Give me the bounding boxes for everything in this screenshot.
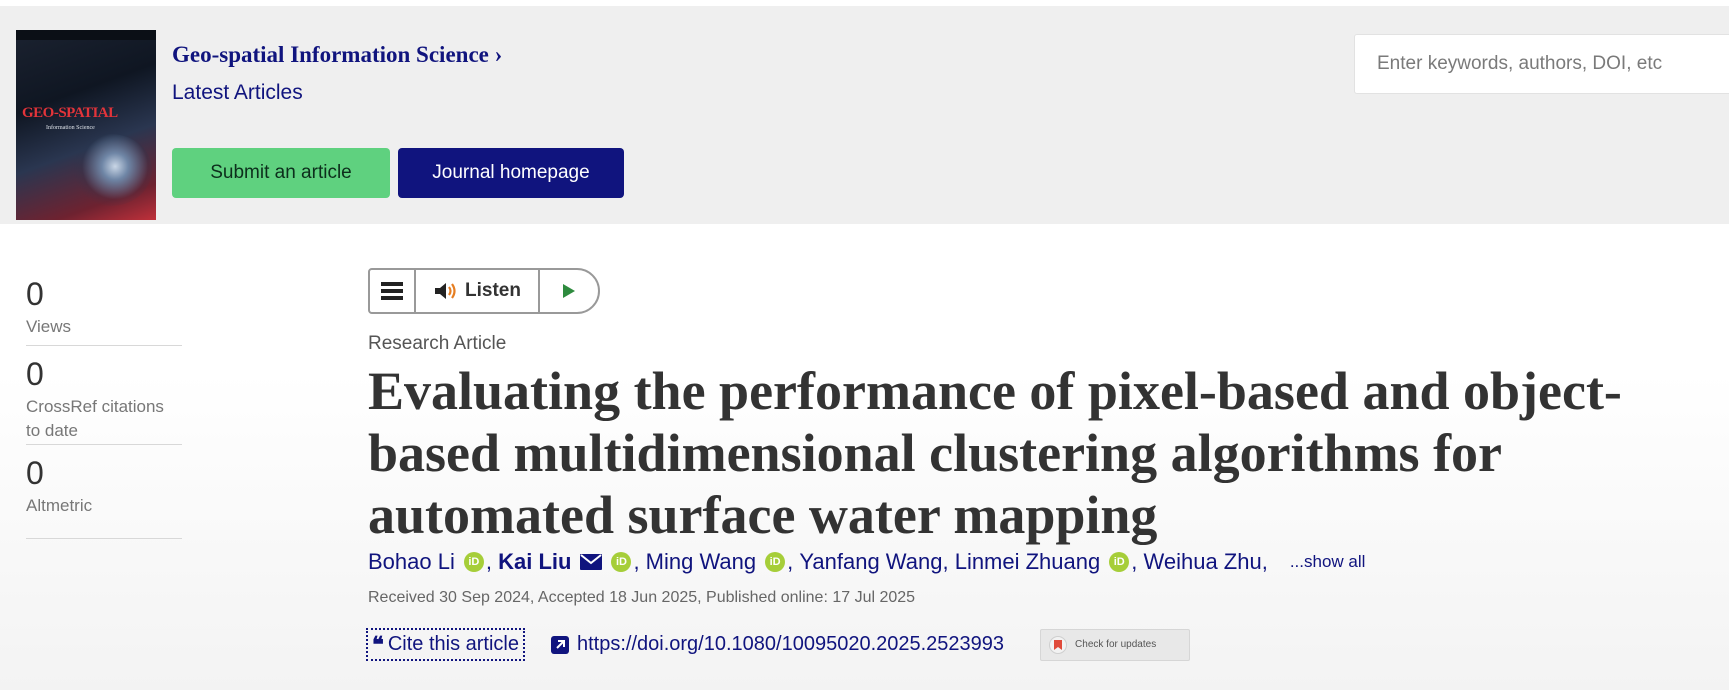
external-link-icon	[551, 635, 569, 654]
doi-link[interactable]: https://doi.org/10.1080/10095020.2025.25…	[551, 633, 1004, 656]
submit-article-button[interactable]: Submit an article	[172, 148, 390, 198]
author-separator: ,	[1131, 549, 1144, 574]
listen-button[interactable]: Listen	[416, 270, 540, 312]
metric-value: 0	[26, 455, 44, 491]
listen-toolbar: Listen	[368, 268, 600, 314]
cover-swirl-graphic	[70, 134, 152, 206]
author-name[interactable]: Bohao Li	[368, 549, 455, 575]
orcid-icon[interactable]: iD	[611, 552, 632, 572]
author-separator: ,	[787, 549, 800, 574]
journal-title-link[interactable]: Geo-spatial Information Science ›	[172, 42, 502, 68]
crossmark-icon	[1049, 635, 1068, 654]
journal-header: GEO-SPATIAL Information Science Geo-spat…	[0, 6, 1729, 224]
show-all-authors-link[interactable]: ...show all	[1290, 552, 1366, 572]
article-title: Evaluating the performance of pixel-base…	[368, 361, 1622, 545]
metric-label: Views	[26, 317, 72, 336]
quote-icon: ❝	[372, 631, 384, 657]
metric-crossref[interactable]: 0 CrossRef citations to date	[26, 346, 182, 445]
cover-title: GEO-SPATIAL	[22, 105, 118, 121]
latest-articles-link[interactable]: Latest Articles	[172, 81, 303, 105]
author-list: Bohao Li iD, Kai Liu iD, Ming Wang iD, Y…	[368, 549, 1728, 575]
metric-label: Altmetric	[26, 496, 93, 515]
journal-cover-image[interactable]: GEO-SPATIAL Information Science	[16, 30, 156, 220]
listen-label: Listen	[465, 280, 521, 301]
author-name[interactable]: Ming Wang	[646, 549, 756, 575]
publication-dates: Received 30 Sep 2024, Accepted 18 Jun 20…	[368, 589, 916, 606]
cover-subtitle: Information Science	[46, 125, 95, 131]
cite-article-button[interactable]: ❝ Cite this article	[366, 628, 525, 661]
check-for-updates-button[interactable]: Check for updates	[1040, 628, 1191, 661]
orcid-icon[interactable]: iD	[463, 552, 484, 572]
author-separator: ,	[633, 549, 646, 574]
metric-altmetric[interactable]: 0 Altmetric	[26, 445, 182, 539]
check-updates-label: Check for updates	[1075, 639, 1157, 650]
author-name[interactable]: Kai Liu	[498, 549, 571, 575]
play-icon[interactable]	[540, 270, 598, 312]
author-name[interactable]: Weihua Zhu	[1143, 549, 1261, 575]
citation-row: ❝ Cite this article https://doi.org/10.1…	[366, 628, 1191, 661]
envelope-icon[interactable]	[580, 554, 603, 570]
author-separator: ,	[485, 549, 499, 574]
author-name[interactable]: Linmei Zhuang	[955, 549, 1101, 575]
author-separator: ,	[942, 549, 955, 574]
orcid-icon[interactable]: iD	[1109, 552, 1130, 572]
cover-top-strip	[16, 30, 156, 40]
orcid-icon[interactable]: iD	[765, 552, 786, 572]
speaker-icon	[433, 281, 459, 301]
author-name[interactable]: Yanfang Wang	[799, 549, 942, 575]
article-type: Research Article	[368, 333, 507, 354]
doi-text: https://doi.org/10.1080/10095020.2025.25…	[577, 633, 1005, 655]
search-input[interactable]	[1354, 34, 1729, 94]
menu-icon[interactable]	[370, 270, 416, 312]
cite-label: Cite this article	[387, 633, 519, 655]
journal-homepage-button[interactable]: Journal homepage	[398, 148, 624, 198]
article-metrics: 0 Views 0 CrossRef citations to date 0 A…	[26, 278, 182, 539]
metric-views: 0 Views	[26, 278, 182, 346]
metric-value: 0	[26, 356, 44, 392]
author-separator: ,	[1261, 549, 1268, 574]
metric-value: 0	[26, 276, 44, 312]
metric-label: CrossRef citations to date	[26, 397, 164, 440]
